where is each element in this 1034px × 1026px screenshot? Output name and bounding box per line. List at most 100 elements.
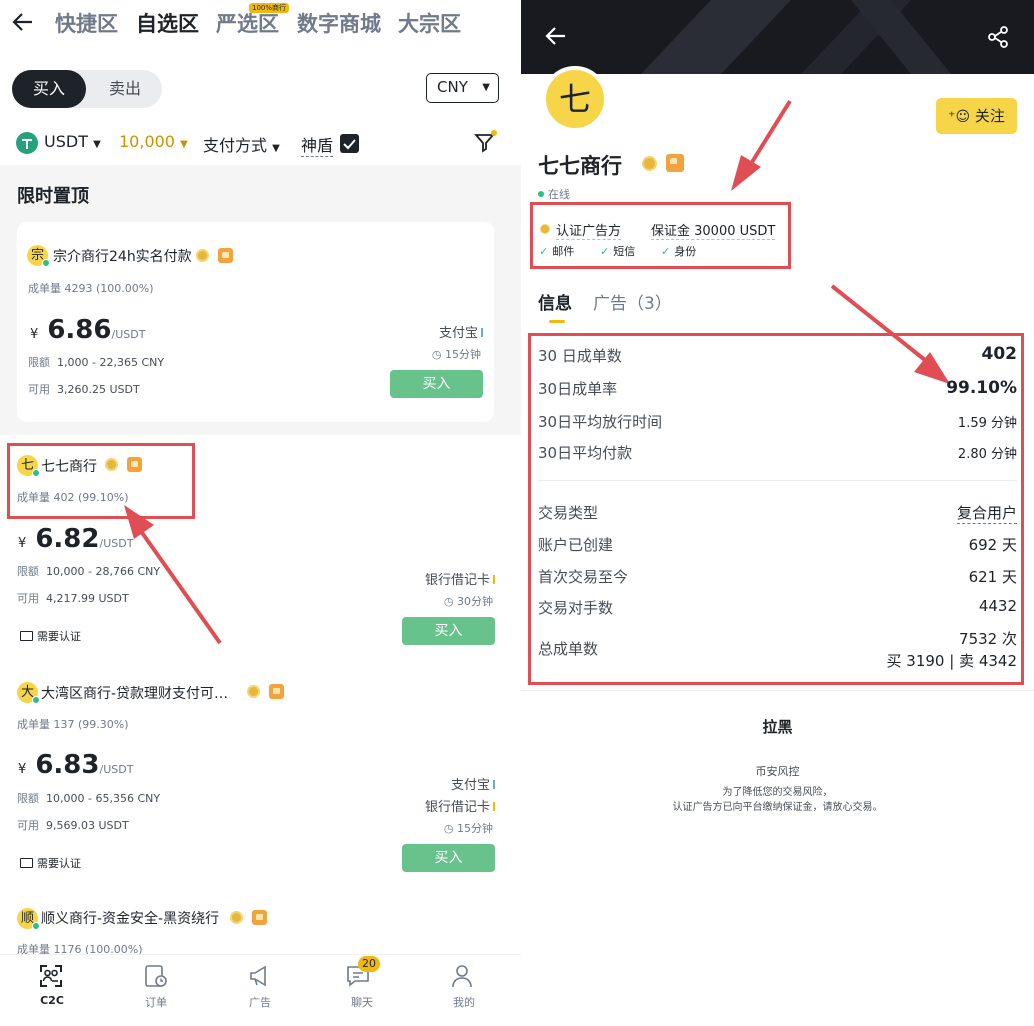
available-value: 9,569.03 USDT	[46, 819, 129, 832]
filter-icon[interactable]	[474, 130, 498, 154]
payment-method-label: 银行借记卡	[424, 573, 490, 588]
stat-detail: 买 3190 | 卖 4342	[886, 652, 1017, 670]
payment-filter[interactable]: 支付方式 ▼	[203, 132, 280, 156]
price: ¥ 6.83/USDT	[18, 750, 133, 780]
price-value: 6.82	[35, 524, 100, 554]
stat-value: 复合用户	[956, 504, 1017, 524]
profile-header-bg	[521, 0, 1034, 74]
online-dot	[32, 922, 40, 930]
payment-filter-label: 支付方式	[203, 136, 268, 155]
add-user-icon: ⁺☺	[948, 109, 971, 125]
tab-custom[interactable]: 自选区	[136, 8, 199, 38]
currency-select[interactable]: CNY ▼	[426, 73, 499, 103]
amount-filter[interactable]: 10,000 ▼	[119, 132, 188, 151]
currency-value: CNY	[437, 78, 468, 96]
limit-label: 限额	[28, 356, 50, 369]
nav-profile[interactable]: 我的	[412, 955, 516, 1026]
stat-label: 账户已创建	[538, 536, 614, 554]
risk-line: 认证广告方已向平台缴纳保证金，请放心交易。	[672, 802, 883, 813]
block-button[interactable]: 拉黑	[521, 716, 1034, 737]
avatar: 顺	[17, 908, 40, 930]
sell-segment[interactable]: 卖出	[88, 70, 162, 108]
buy-segment[interactable]: 买入	[12, 70, 86, 108]
verified-badge-icon	[230, 911, 243, 924]
stat-value: 99.10%	[946, 378, 1017, 398]
shield-badge-icon	[666, 154, 684, 172]
follow-label: 关注	[974, 107, 1005, 125]
caret-down-icon: ▼	[93, 139, 101, 150]
back-arrow-icon[interactable]	[545, 26, 567, 46]
risk-title: 币安风控	[755, 765, 800, 778]
online-dot	[32, 696, 40, 704]
price-unit: /USDT	[99, 763, 134, 776]
header-pattern	[641, 0, 951, 74]
user-icon	[452, 965, 472, 988]
share-icon[interactable]	[987, 26, 1009, 48]
price-value: 6.86	[47, 315, 112, 345]
limit-label: 限额	[17, 792, 39, 805]
trade-volume: 成单量 137 (99.30%)	[17, 716, 129, 732]
tab-badge: 100%商行	[249, 3, 290, 13]
stat-label: 交易对手数	[538, 599, 614, 617]
nav-orders[interactable]: 订单	[104, 955, 208, 1026]
pay-time-value: 30分钟	[457, 595, 493, 608]
tab-digital-mall[interactable]: 数字商城	[297, 8, 381, 38]
currency-symbol: ¥	[18, 762, 27, 777]
stat-value: 621 天	[968, 568, 1017, 586]
tab-underline	[549, 320, 565, 323]
stat-value: 2.80 分钟	[957, 447, 1017, 462]
back-arrow-icon[interactable]	[12, 12, 34, 32]
nav-label: 我的	[453, 996, 475, 1009]
tab-info[interactable]: 信息	[538, 289, 572, 314]
trade-volume-label: 成单量	[17, 718, 50, 731]
annotation-arrow	[124, 505, 222, 645]
shield-checkbox[interactable]	[340, 134, 359, 153]
nav-ads[interactable]: 广告	[208, 955, 312, 1026]
nav-label: C2C	[40, 994, 64, 1007]
pay-time-value: 15分钟	[445, 348, 481, 361]
stat-label: 30日成单率	[538, 380, 618, 398]
tab-ads[interactable]: 广告（3）	[593, 289, 672, 314]
tab-quick[interactable]: 快捷区	[55, 8, 118, 38]
stat-label: 30日平均放行时间	[538, 413, 663, 431]
online-dot	[42, 259, 50, 267]
tab-bulk[interactable]: 大宗区	[398, 8, 461, 38]
shield-label: 神盾	[301, 132, 334, 157]
payment-method: 支付宝	[439, 322, 483, 341]
caret-down-icon: ▼	[482, 82, 490, 93]
nav-label: 聊天	[351, 996, 373, 1009]
price-value: 6.83	[35, 750, 100, 780]
stat-label: 交易类型	[538, 504, 599, 522]
usdt-icon	[16, 132, 38, 154]
stat-label: 首次交易至今	[538, 568, 629, 586]
merchant-name[interactable]: 大湾区商行-贷款理财支付可…	[41, 683, 228, 703]
stat-value: 7532 次	[959, 630, 1017, 648]
currency-symbol: ¥	[30, 327, 39, 342]
merchant-avatar: 七	[542, 66, 608, 132]
limit-value: 10,000 - 65,356 CNY	[46, 792, 161, 805]
nav-c2c[interactable]: C2C	[0, 955, 104, 1026]
verification-required: 需要认证	[20, 855, 81, 871]
caret-down-icon: ▼	[180, 139, 188, 150]
buy-button[interactable]: 买入	[402, 617, 495, 645]
shield-badge-icon	[252, 910, 267, 925]
follow-button[interactable]: ⁺☺ 关注	[936, 98, 1017, 134]
buy-button[interactable]: 买入	[402, 844, 495, 872]
right-panel: 七 ⁺☺ 关注 七七商行 在线 认证广告方 保证金 30000 USDT 邮件 …	[521, 0, 1034, 1026]
merchant-name[interactable]: 顺义商行-资金安全-黑资绕行	[41, 908, 219, 928]
limit: 限额 1,000 - 22,365 CNY	[28, 354, 164, 370]
payment-method: 支付宝	[451, 774, 495, 793]
pinned-section-title: 限时置顶	[17, 186, 89, 207]
payment-method-label: 支付宝	[450, 778, 490, 793]
trade-volume-value: 4293 (100.00%)	[64, 282, 154, 295]
payment-method-label: 银行借记卡	[424, 800, 490, 815]
payment-method: 银行借记卡	[425, 569, 495, 588]
bottom-nav: C2C 订单 广告 聊天 我的	[0, 954, 521, 1026]
stat-label: 总成单数	[538, 640, 599, 658]
asset-filter[interactable]: USDT ▼	[44, 132, 101, 151]
left-panel: 快捷区 自选区 严选区 100%商行 数字商城 大宗区 买入 卖出 CNY ▼ U…	[0, 0, 521, 1026]
chat-unread-badge: 20	[358, 956, 380, 972]
verified-badge-icon	[247, 685, 260, 698]
merchant-name[interactable]: 宗介商行24h实名付款	[53, 246, 192, 266]
buy-button[interactable]: 买入	[390, 370, 483, 398]
